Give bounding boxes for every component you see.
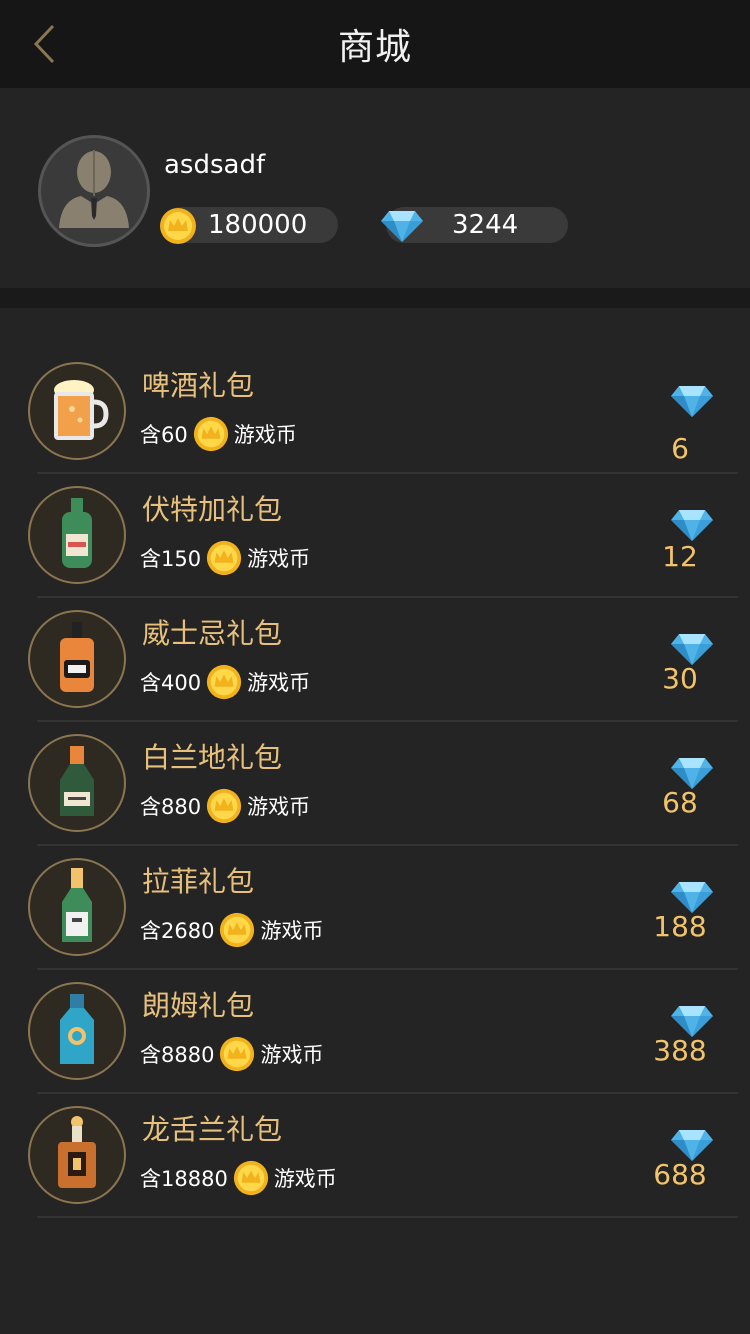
username: asdsadf xyxy=(164,150,266,180)
item-coin-amount: 含880 游戏币 xyxy=(140,786,310,826)
rum-bottle-icon xyxy=(28,982,126,1080)
user-silhouette-icon xyxy=(59,150,129,228)
chevron-left-icon xyxy=(33,24,55,64)
gift-pack-list: 啤酒礼包 含60 游戏币 6 伏特加礼包 含150 游戏币 12 威士忌礼包 含… xyxy=(0,350,750,1218)
coin-icon xyxy=(193,416,228,452)
item-title: 朗姆礼包 xyxy=(142,989,255,1022)
list-item[interactable]: 威士忌礼包 含400 游戏币 30 xyxy=(0,598,750,722)
brandy-bottle-icon xyxy=(28,734,126,832)
item-price: 6 xyxy=(671,432,689,465)
coin-icon xyxy=(233,1160,268,1196)
coin-icon xyxy=(206,664,242,700)
diamond-icon xyxy=(671,634,713,665)
item-title: 伏特加礼包 xyxy=(142,493,283,526)
tequila-bottle-icon xyxy=(28,1106,126,1204)
item-price: 388 xyxy=(653,1034,707,1067)
item-title: 啤酒礼包 xyxy=(142,369,255,402)
item-coin-amount: 含2680 游戏币 xyxy=(140,910,323,950)
diamond-icon xyxy=(671,386,713,417)
wine-bottle-icon xyxy=(28,858,126,956)
coin-icon xyxy=(206,540,242,576)
list-item[interactable]: 龙舌兰礼包 含18880 游戏币 688 xyxy=(0,1094,750,1218)
whiskey-bottle-icon xyxy=(28,610,126,708)
vodka-bottle-icon xyxy=(28,486,126,584)
coin-icon xyxy=(160,208,196,244)
item-coin-amount: 含150 游戏币 xyxy=(140,538,310,578)
list-item[interactable]: 啤酒礼包 含60 游戏币 6 xyxy=(0,350,750,474)
item-title: 白兰地礼包 xyxy=(142,741,283,774)
diamond-icon xyxy=(381,211,423,242)
diamond-icon xyxy=(671,1130,713,1161)
profile-panel: asdsadf 180000 3244 xyxy=(0,88,750,288)
item-coin-amount: 含18880 游戏币 xyxy=(140,1158,337,1198)
item-coin-amount: 含8880 游戏币 xyxy=(140,1034,323,1074)
diamond-icon xyxy=(671,882,713,913)
gem-balance: 3244 xyxy=(381,207,568,243)
back-button[interactable] xyxy=(22,22,66,66)
item-price: 30 xyxy=(662,662,698,695)
item-coin-amount: 含60 游戏币 xyxy=(140,414,297,454)
gem-count: 3244 xyxy=(452,210,519,240)
item-coin-amount: 含400 游戏币 xyxy=(140,662,310,702)
item-title: 拉菲礼包 xyxy=(142,865,255,898)
item-title: 龙舌兰礼包 xyxy=(142,1113,283,1146)
coin-icon xyxy=(220,1036,255,1072)
diamond-icon xyxy=(671,758,713,789)
item-price: 68 xyxy=(662,786,698,819)
coin-balance: 180000 xyxy=(160,207,338,244)
coin-count: 180000 xyxy=(208,210,308,240)
coin-icon xyxy=(206,788,242,824)
diamond-icon xyxy=(671,1006,713,1037)
divider xyxy=(37,1216,738,1218)
list-item[interactable]: 白兰地礼包 含880 游戏币 68 xyxy=(0,722,750,846)
diamond-icon xyxy=(671,510,713,541)
item-price: 688 xyxy=(653,1158,707,1191)
beer-mug-icon xyxy=(28,362,126,460)
item-price: 188 xyxy=(653,910,707,943)
list-item[interactable]: 伏特加礼包 含150 游戏币 12 xyxy=(0,474,750,598)
item-title: 威士忌礼包 xyxy=(142,617,283,650)
coin-icon xyxy=(220,912,255,948)
item-price: 12 xyxy=(662,540,698,573)
list-item[interactable]: 拉菲礼包 含2680 游戏币 188 xyxy=(0,846,750,970)
section-divider xyxy=(0,288,750,308)
avatar[interactable] xyxy=(38,135,150,247)
list-item[interactable]: 朗姆礼包 含8880 游戏币 388 xyxy=(0,970,750,1094)
nav-bar: 商城 xyxy=(0,0,750,88)
page-title: 商城 xyxy=(337,27,412,68)
